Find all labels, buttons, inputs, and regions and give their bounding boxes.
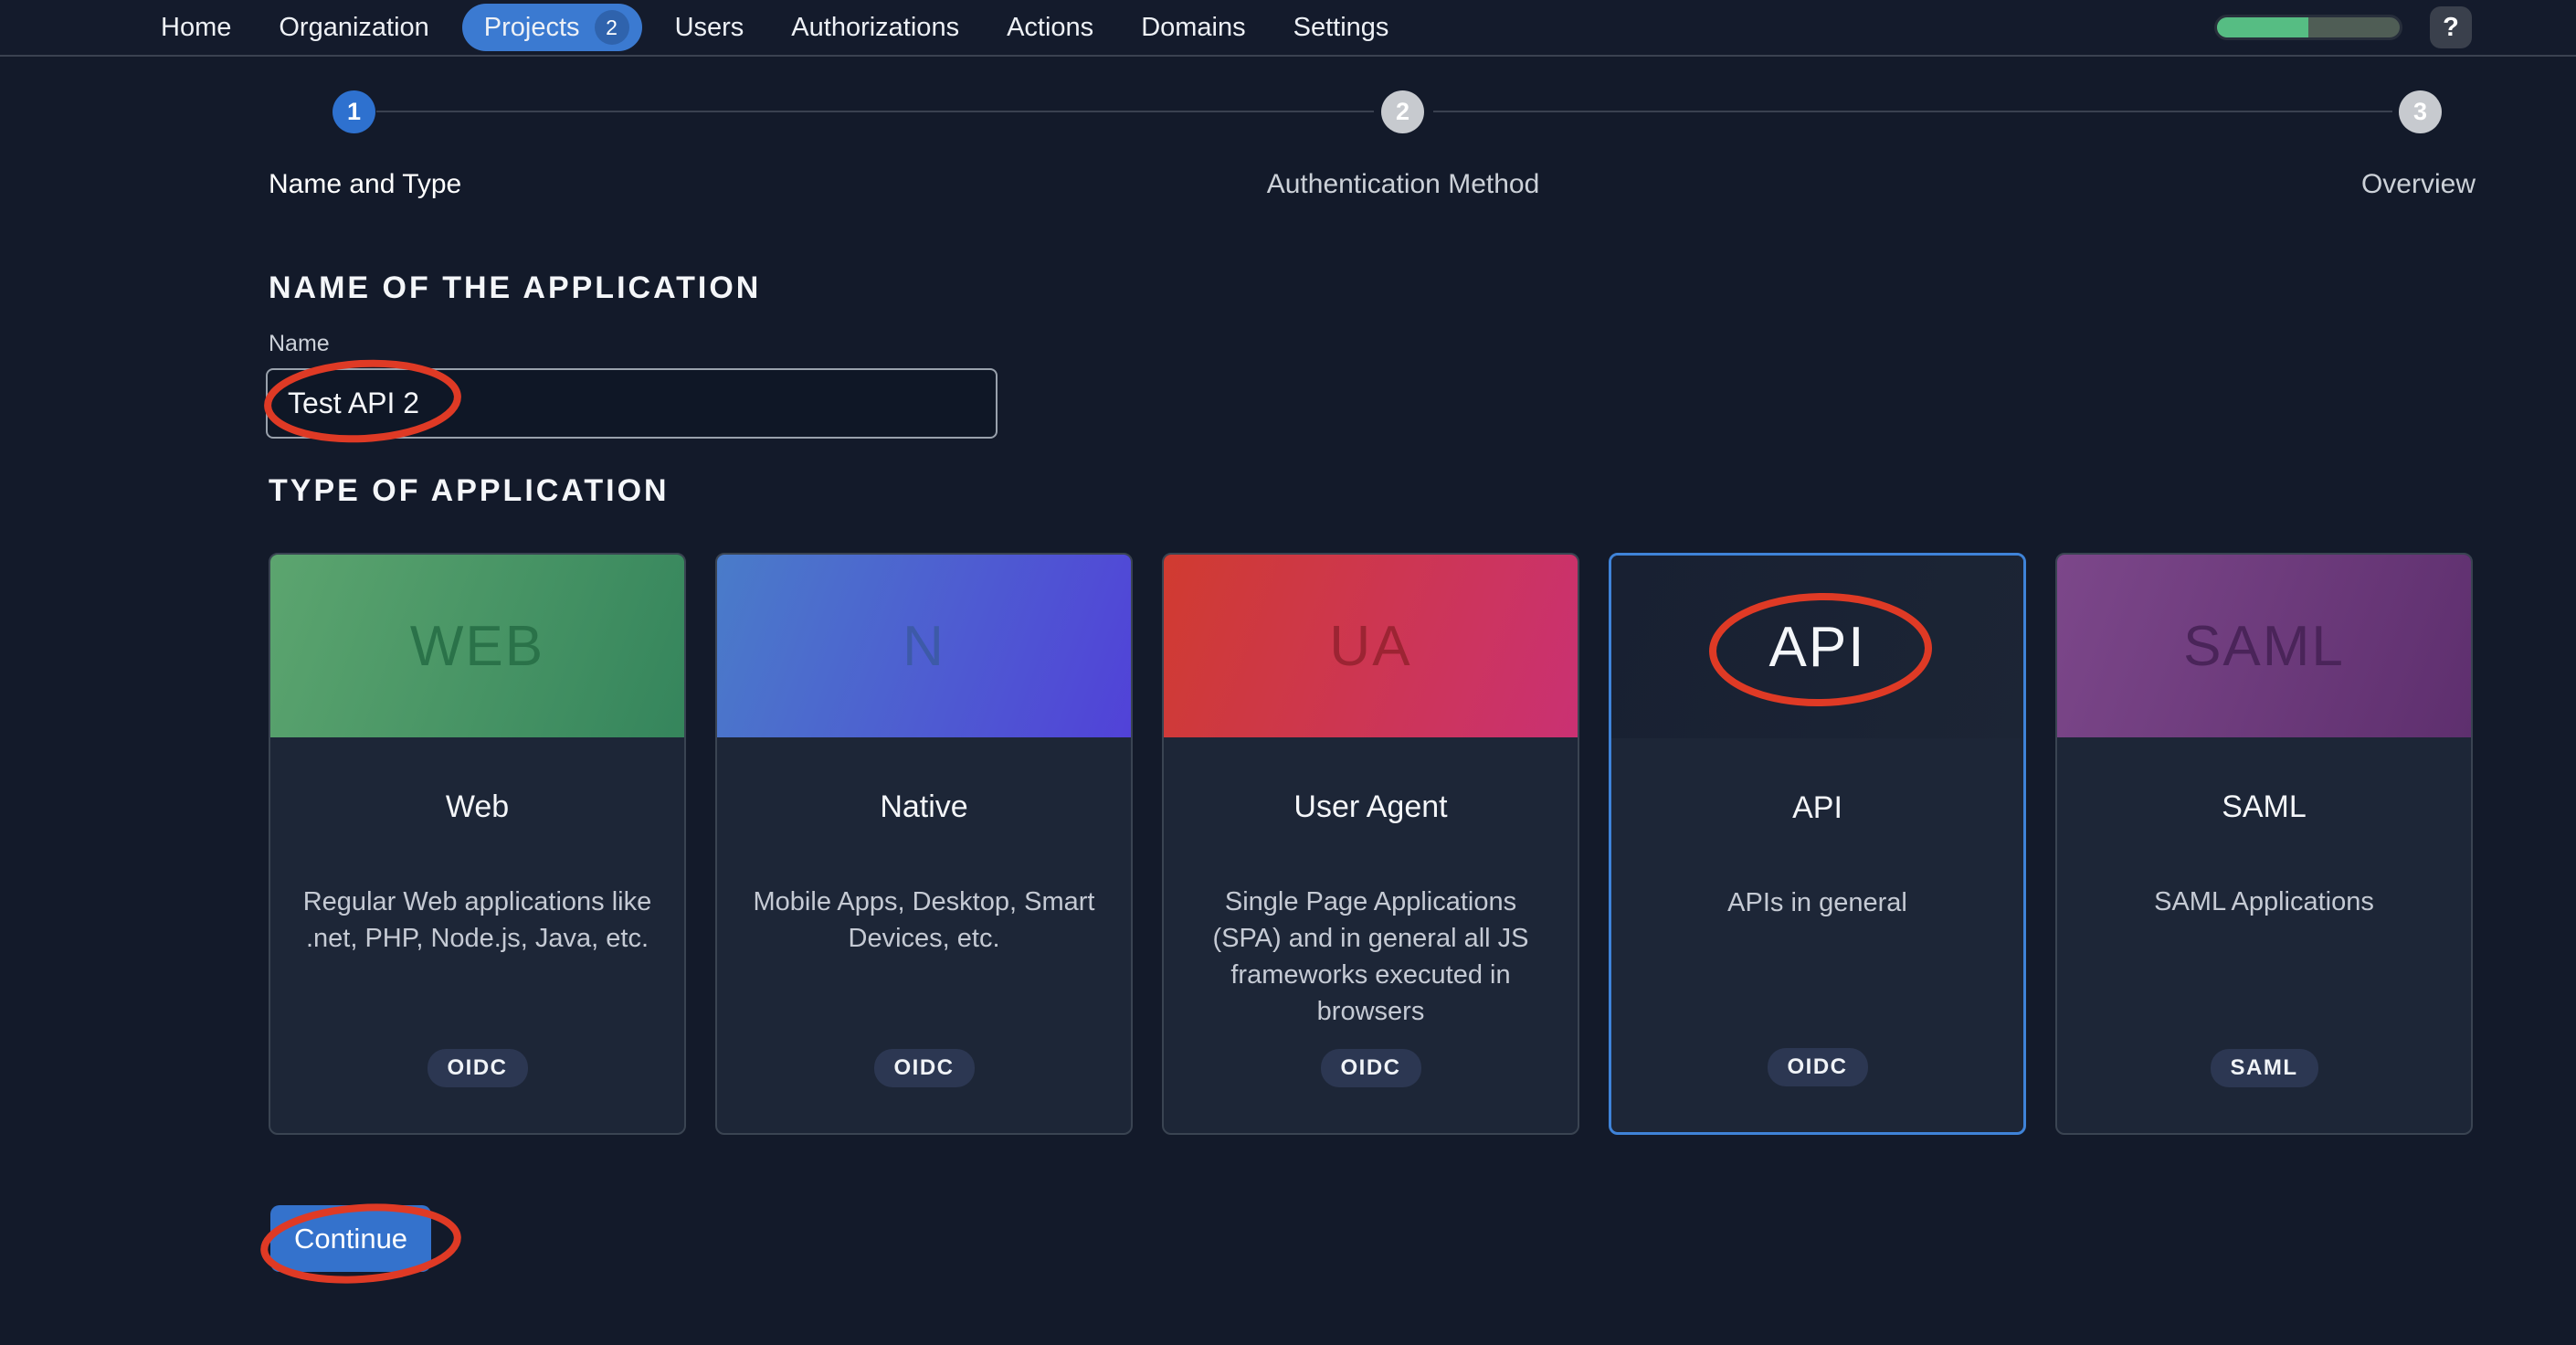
app-type-card-web-protocol-badge: OIDC bbox=[428, 1049, 528, 1087]
nav-item-organization[interactable]: Organization bbox=[255, 13, 452, 43]
app-type-card-saml-title: SAML bbox=[2057, 789, 2471, 825]
app-type-card-saml-protocol-badge: SAML bbox=[2211, 1049, 2318, 1087]
app-type-card-web-title: Web bbox=[270, 789, 684, 825]
nav-item-domains[interactable]: Domains bbox=[1117, 13, 1269, 43]
app-type-card-native-title: Native bbox=[717, 789, 1131, 825]
application-name-input[interactable] bbox=[266, 368, 998, 439]
app-type-card-native-protocol-badge: OIDC bbox=[874, 1049, 975, 1087]
step-circle-3: 3 bbox=[2399, 90, 2442, 133]
app-type-card-user-agent-header-text: UA bbox=[1329, 614, 1411, 679]
app-type-card-user-agent-title: User Agent bbox=[1164, 789, 1578, 825]
name-field-label: Name bbox=[269, 331, 330, 357]
app-type-card-api-protocol-badge: OIDC bbox=[1768, 1048, 1868, 1086]
step-label-authentication-method: Authentication Method bbox=[1267, 169, 1540, 200]
app-type-card-user-agent-header: UA bbox=[1164, 555, 1578, 737]
app-type-card-native-header: N bbox=[717, 555, 1131, 737]
app-type-card-api[interactable]: API API APIs in general OIDC bbox=[1609, 553, 2026, 1135]
usage-progress-fill bbox=[2217, 17, 2308, 37]
nav-item-users[interactable]: Users bbox=[651, 13, 768, 43]
app-type-card-saml-header: SAML bbox=[2057, 555, 2471, 737]
app-type-card-user-agent-description: Single Page Applications (SPA) and in ge… bbox=[1164, 884, 1578, 1030]
stepper-line-segment-1 bbox=[376, 111, 1374, 112]
app-type-card-web[interactable]: WEB Web Regular Web applications like .n… bbox=[269, 553, 686, 1135]
nav-items-group: Home Organization Projects 2 Users Autho… bbox=[137, 4, 1412, 51]
app-type-card-user-agent[interactable]: UA User Agent Single Page Applications (… bbox=[1162, 553, 1579, 1135]
app-type-card-saml-description: SAML Applications bbox=[2057, 884, 2471, 920]
app-type-card-api-title: API bbox=[1611, 789, 2023, 826]
usage-progress-bar bbox=[2214, 15, 2402, 40]
nav-right-group: ? bbox=[2214, 6, 2472, 48]
nav-item-projects-label: Projects bbox=[484, 13, 580, 43]
stepper-line-segment-2 bbox=[1433, 111, 2392, 112]
type-section-heading: TYPE OF APPLICATION bbox=[269, 473, 670, 509]
step-label-name-and-type: Name and Type bbox=[269, 169, 461, 200]
app-type-card-saml-header-text: SAML bbox=[2183, 614, 2345, 679]
continue-button[interactable]: Continue bbox=[270, 1205, 431, 1272]
nav-item-actions[interactable]: Actions bbox=[983, 13, 1117, 43]
top-navigation-bar: Home Organization Projects 2 Users Autho… bbox=[0, 0, 2576, 57]
app-type-card-native-header-text: N bbox=[903, 614, 945, 679]
nav-item-authorizations[interactable]: Authorizations bbox=[767, 13, 983, 43]
projects-count-badge: 2 bbox=[595, 10, 629, 45]
app-type-card-web-header-text: WEB bbox=[410, 614, 544, 679]
app-type-cards-row: WEB Web Regular Web applications like .n… bbox=[269, 553, 2473, 1135]
nav-item-home[interactable]: Home bbox=[137, 13, 255, 43]
step-label-overview: Overview bbox=[2361, 169, 2476, 200]
app-type-card-web-header: WEB bbox=[270, 555, 684, 737]
app-type-card-saml[interactable]: SAML SAML SAML Applications SAML bbox=[2055, 553, 2473, 1135]
step-circle-1: 1 bbox=[333, 90, 375, 133]
help-button[interactable]: ? bbox=[2430, 6, 2472, 48]
app-type-card-user-agent-protocol-badge: OIDC bbox=[1321, 1049, 1421, 1087]
app-type-card-api-header: API bbox=[1611, 556, 2023, 738]
nav-item-settings[interactable]: Settings bbox=[1270, 13, 1413, 43]
nav-item-projects[interactable]: Projects 2 bbox=[462, 4, 642, 51]
name-section-heading: NAME OF THE APPLICATION bbox=[269, 270, 761, 306]
app-type-card-native-description: Mobile Apps, Desktop, Smart Devices, etc… bbox=[717, 884, 1131, 957]
app-type-card-api-header-text: API bbox=[1769, 615, 1866, 680]
step-circle-2: 2 bbox=[1381, 90, 1424, 133]
app-type-card-api-description: APIs in general bbox=[1611, 884, 2023, 921]
app-type-card-web-description: Regular Web applications like .net, PHP,… bbox=[270, 884, 684, 957]
app-type-card-native[interactable]: N Native Mobile Apps, Desktop, Smart Dev… bbox=[715, 553, 1133, 1135]
